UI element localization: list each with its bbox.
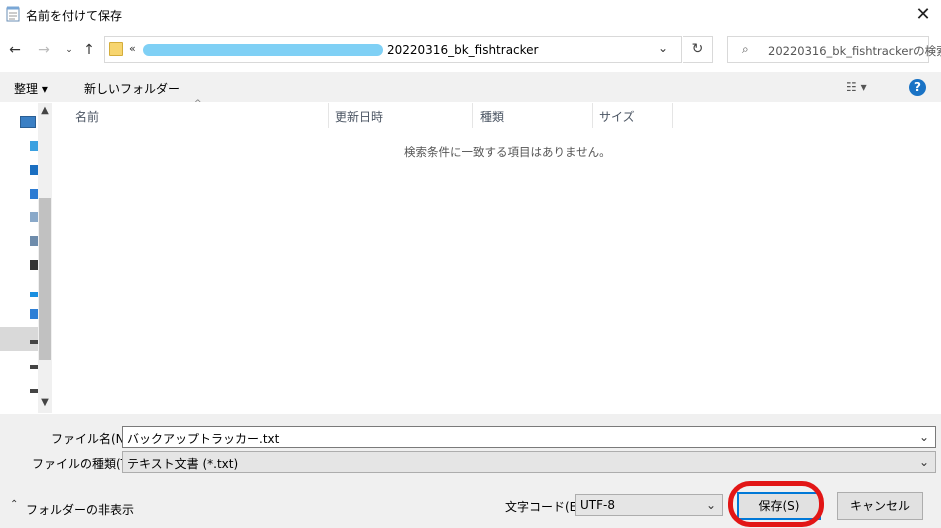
chevron-down-icon[interactable]: ⌄ bbox=[919, 455, 929, 469]
search-icon: ⌕ bbox=[742, 42, 749, 56]
path-overflow-icon[interactable]: « bbox=[129, 42, 136, 55]
nav-pane-selected-item[interactable] bbox=[0, 327, 38, 351]
scroll-down-icon[interactable]: ▼ bbox=[38, 397, 52, 408]
folder-icon bbox=[109, 42, 123, 56]
chevron-down-icon[interactable]: ⌄ bbox=[706, 498, 716, 512]
column-header-size[interactable]: サイズ bbox=[599, 108, 635, 125]
network-icon[interactable] bbox=[30, 309, 38, 319]
title-bar: 名前を付けて保存 ✕ bbox=[0, 0, 941, 30]
search-box[interactable]: ⌕ 20220316_bk_fishtrackerの検索 bbox=[727, 36, 941, 63]
column-header-name[interactable]: 名前 bbox=[75, 108, 99, 125]
redacted-path bbox=[143, 44, 383, 56]
column-divider[interactable] bbox=[328, 103, 329, 128]
empty-folder-message: 検索条件に一致する項目はありません。 bbox=[404, 145, 611, 159]
drive-icon[interactable] bbox=[30, 365, 38, 369]
computer-icon[interactable] bbox=[20, 116, 36, 128]
window-title: 名前を付けて保存 bbox=[26, 9, 123, 23]
command-bar: 整理 ▾ 新しいフォルダー ☷ ▾ bbox=[0, 72, 941, 102]
scroll-up-icon[interactable]: ▲ bbox=[38, 105, 52, 116]
current-folder-crumb[interactable]: 20220316_bk_fishtracker bbox=[387, 43, 539, 57]
address-bar[interactable]: « 20220316_bk_fishtracker ⌄ bbox=[104, 36, 682, 63]
column-header-type[interactable]: 種類 bbox=[480, 108, 504, 125]
hide-folders-button[interactable]: フォルダーの非表示 bbox=[26, 501, 134, 518]
filetype-value: テキスト文書 (*.txt) bbox=[127, 457, 239, 471]
filename-input[interactable]: バックアップトラッカー.txt ⌄ bbox=[122, 426, 936, 448]
new-folder-button[interactable]: 新しいフォルダー bbox=[84, 80, 180, 97]
forward-arrow-icon[interactable]: → bbox=[35, 41, 53, 59]
downloads-icon[interactable] bbox=[30, 165, 38, 175]
gallery-icon[interactable] bbox=[30, 236, 38, 246]
refresh-icon[interactable]: ↻ bbox=[683, 36, 713, 63]
documents-icon[interactable] bbox=[30, 189, 38, 199]
up-arrow-icon[interactable]: ↑ bbox=[80, 41, 98, 59]
filename-value: バックアップトラッカー.txt bbox=[127, 432, 280, 446]
filetype-select[interactable]: テキスト文書 (*.txt) ⌄ bbox=[122, 451, 936, 473]
chevron-up-icon[interactable]: ⌃ bbox=[10, 499, 18, 510]
scrollbar-thumb[interactable] bbox=[39, 198, 51, 360]
cancel-button[interactable]: キャンセル bbox=[837, 492, 923, 520]
desktop-icon[interactable] bbox=[30, 141, 38, 151]
sort-ascending-icon: ^ bbox=[194, 99, 202, 109]
recent-locations-chevron-icon[interactable]: ⌄ bbox=[60, 41, 78, 59]
chevron-down-icon[interactable]: ⌄ bbox=[658, 41, 668, 55]
chevron-down-icon[interactable]: ⌄ bbox=[919, 430, 929, 444]
search-placeholder: 20220316_bk_fishtrackerの検索 bbox=[768, 44, 941, 58]
view-options-icon[interactable]: ☷ ▾ bbox=[846, 80, 867, 94]
close-icon[interactable]: ✕ bbox=[905, 0, 941, 30]
back-arrow-icon[interactable]: ← bbox=[6, 41, 24, 59]
encoding-label: 文字コード(E): bbox=[505, 500, 586, 514]
column-header-modified[interactable]: 更新日時 bbox=[335, 108, 383, 125]
help-icon[interactable]: ? bbox=[909, 79, 926, 96]
column-divider[interactable] bbox=[472, 103, 473, 128]
encoding-select[interactable]: UTF-8 ⌄ bbox=[575, 494, 723, 516]
red-annotation-circle bbox=[728, 481, 824, 527]
videos-icon[interactable] bbox=[30, 260, 38, 270]
pictures-icon[interactable] bbox=[30, 212, 38, 222]
cloud-icon[interactable] bbox=[30, 292, 38, 297]
drive-icon[interactable] bbox=[30, 389, 38, 393]
organize-button[interactable]: 整理 ▾ bbox=[14, 80, 48, 97]
column-divider[interactable] bbox=[672, 103, 673, 128]
encoding-value: UTF-8 bbox=[580, 498, 615, 512]
notepad-icon bbox=[6, 6, 20, 22]
column-divider[interactable] bbox=[592, 103, 593, 128]
drive-icon[interactable] bbox=[30, 340, 38, 344]
